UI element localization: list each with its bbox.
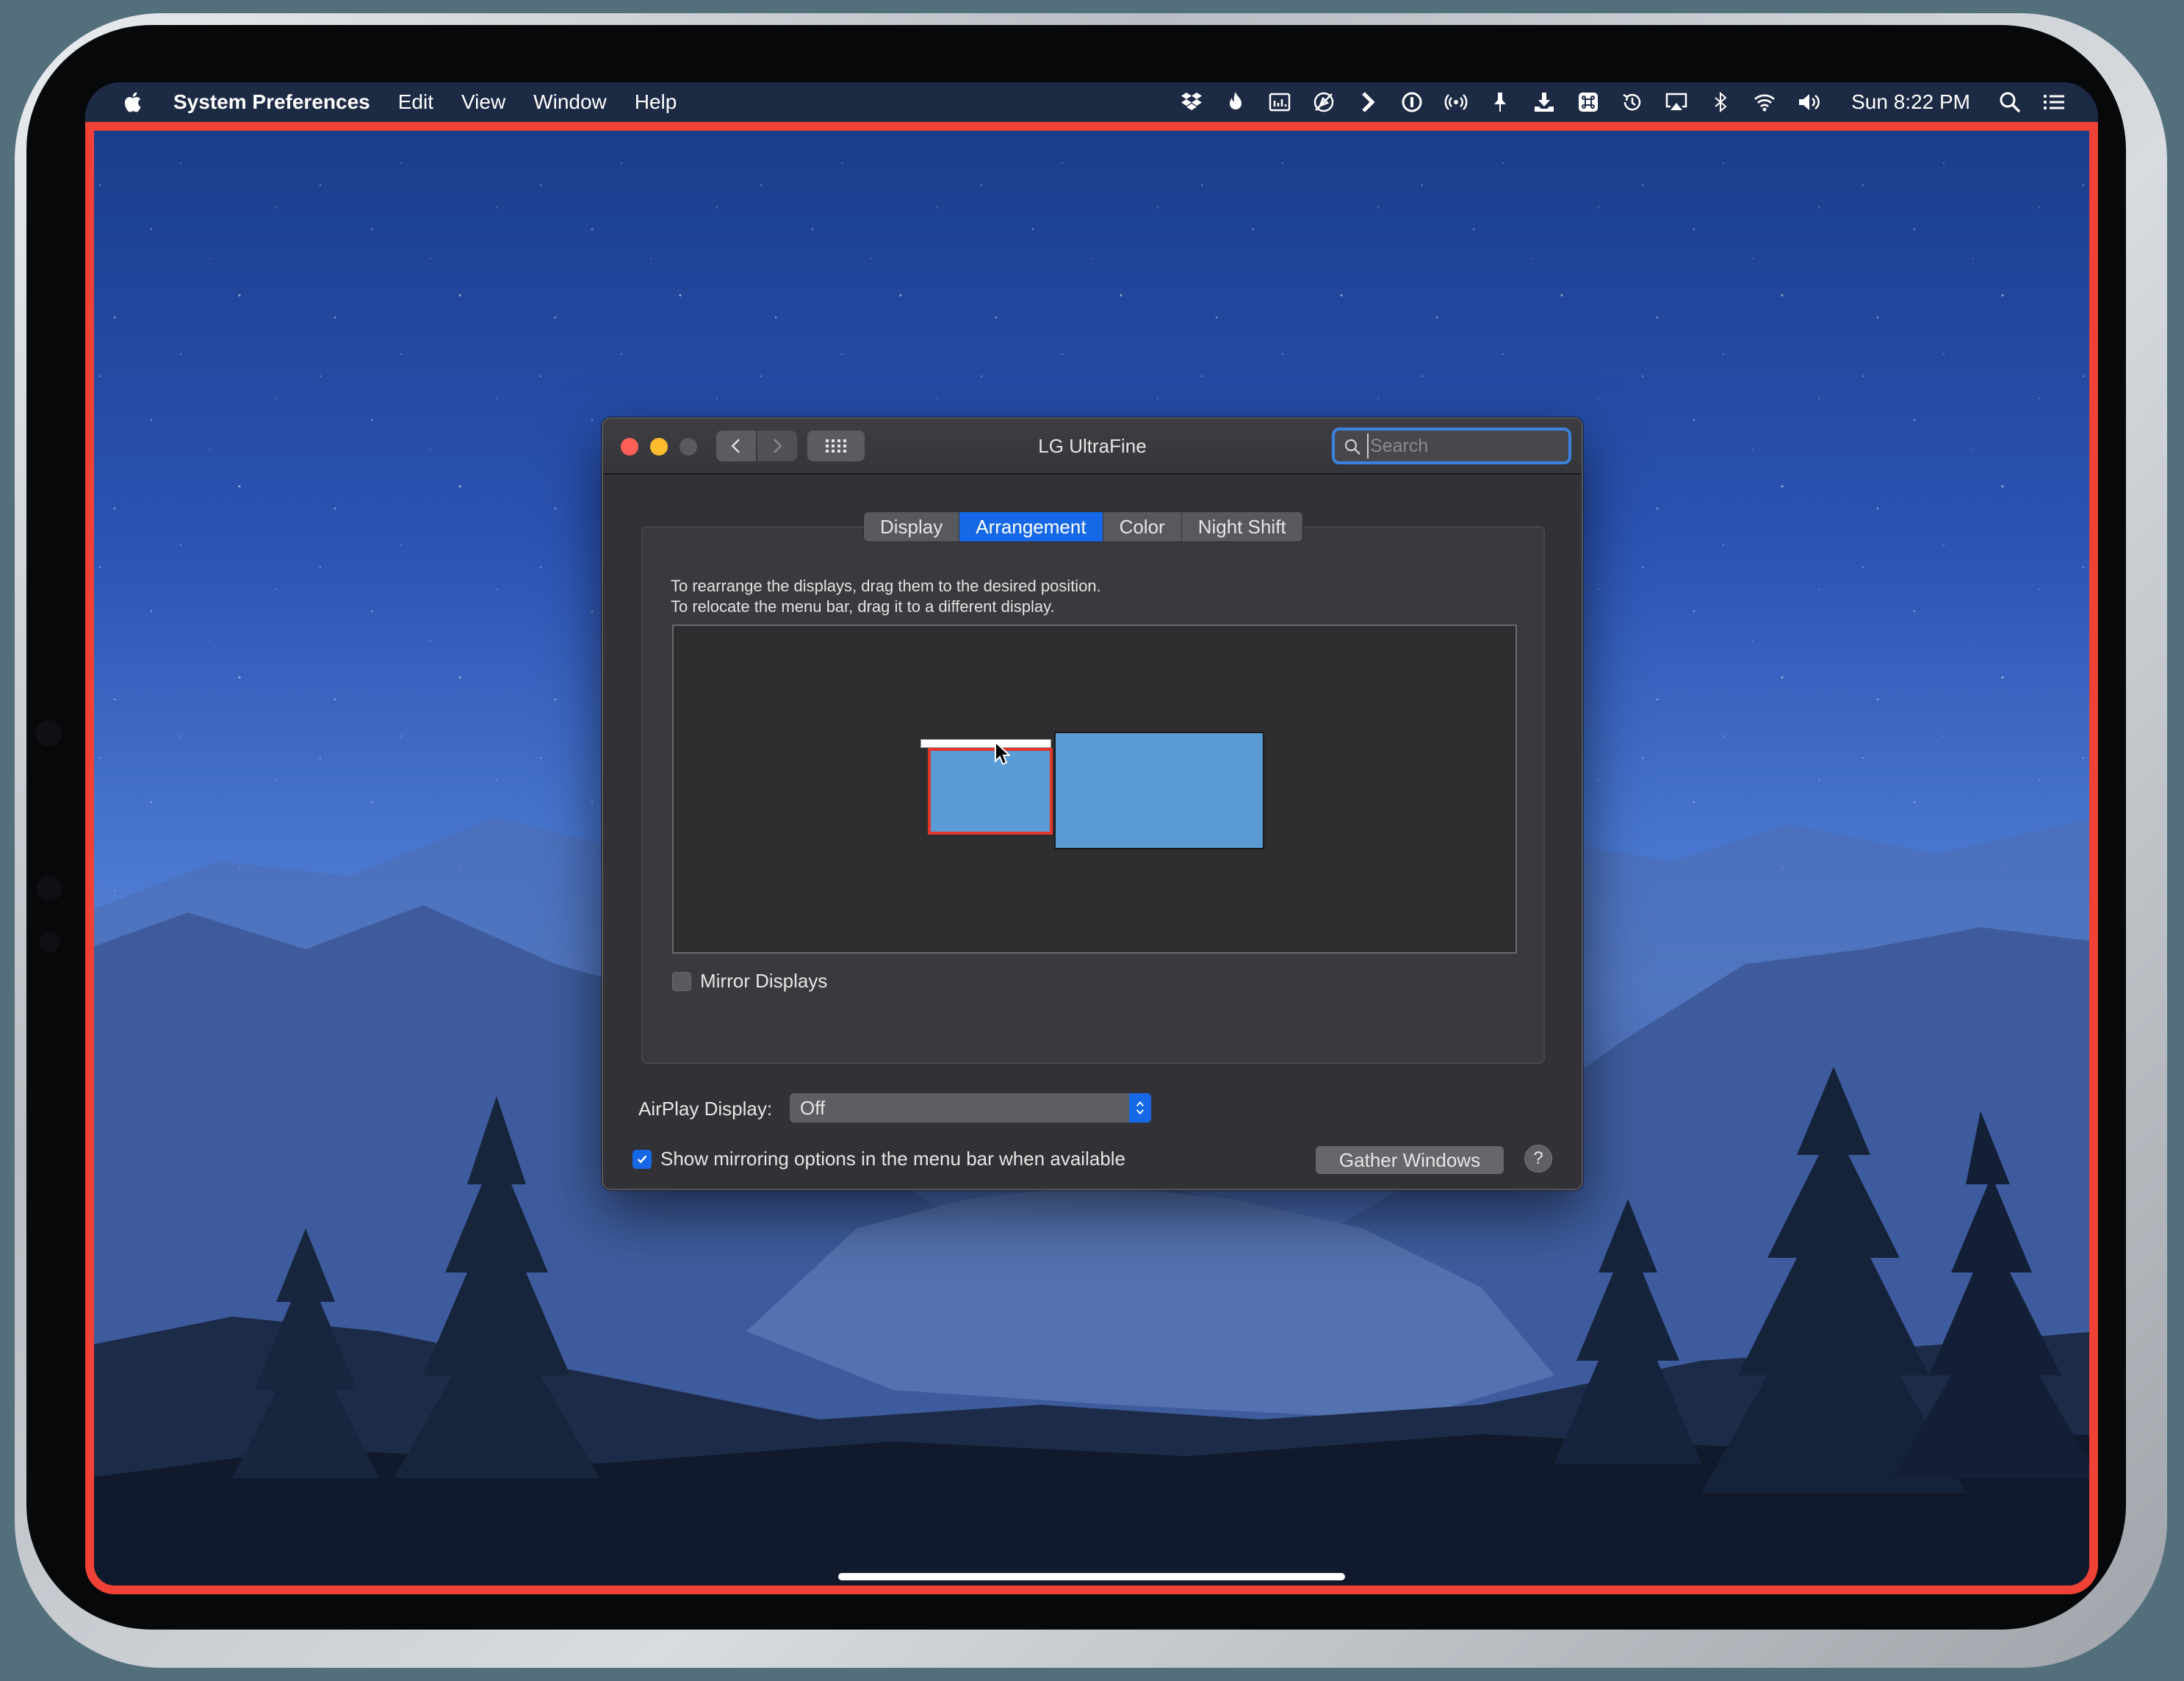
airplay-display-label: AirPlay Display:: [638, 1098, 773, 1120]
show-mirroring-row: Show mirroring options in the menu bar w…: [633, 1148, 1125, 1170]
mirror-displays-checkbox[interactable]: [672, 971, 691, 991]
flame-icon[interactable]: [1222, 89, 1249, 115]
command-icon[interactable]: [1575, 89, 1601, 115]
display-thumbnail-selected[interactable]: [928, 748, 1053, 835]
compass-slash-icon[interactable]: [1311, 89, 1337, 115]
mouse-cursor-icon: [995, 741, 1010, 766]
tab-bar: Display Arrangement Color Night Shift: [863, 511, 1303, 542]
instruction-line: To relocate the menu bar, drag it to a d…: [671, 597, 1055, 616]
menu-window[interactable]: Window: [533, 90, 607, 114]
status-area: Sun 8:22 PM: [1161, 89, 2067, 115]
menu-clock[interactable]: Sun 8:22 PM: [1851, 90, 1970, 114]
instruction-line: To rearrange the displays, drag them to …: [671, 577, 1101, 595]
show-mirroring-checkbox[interactable]: [633, 1149, 652, 1169]
mirror-displays-label: Mirror Displays: [700, 970, 828, 992]
bluetooth-icon[interactable]: [1707, 89, 1734, 115]
spotlight-icon[interactable]: [1997, 89, 2023, 115]
tab-display[interactable]: Display: [864, 512, 960, 541]
istat-icon[interactable]: [1266, 89, 1293, 115]
menu-edit[interactable]: Edit: [398, 90, 433, 114]
home-indicator[interactable]: [838, 1573, 1345, 1580]
tab-color[interactable]: Color: [1103, 512, 1182, 541]
menu-view[interactable]: View: [461, 90, 505, 114]
airplay-display-select[interactable]: Off: [790, 1093, 1151, 1123]
time-machine-icon[interactable]: [1619, 89, 1646, 115]
menu-help[interactable]: Help: [635, 90, 677, 114]
display-arrangement-area: [672, 624, 1517, 954]
apple-icon[interactable]: [120, 89, 144, 115]
sensor-dot-2: [40, 932, 60, 952]
notification-center-icon[interactable]: [2041, 89, 2067, 115]
sensor-dot: [37, 876, 62, 901]
window-titlebar: LG UltraFine: [603, 419, 1582, 475]
mirror-displays-row: Mirror Displays: [672, 970, 827, 993]
menu-bar: System Preferences Edit View Window Help: [85, 82, 2098, 122]
display-thumbnail-lg-ultrafine[interactable]: [1054, 732, 1264, 849]
menu-app-name[interactable]: System Preferences: [173, 90, 370, 114]
tab-arrangement[interactable]: Arrangement: [959, 512, 1103, 541]
camera-dot: [35, 720, 62, 746]
pin-icon[interactable]: [1487, 89, 1513, 115]
tab-night-shift[interactable]: Night Shift: [1181, 512, 1302, 541]
help-button[interactable]: ?: [1524, 1145, 1552, 1173]
onepassword-icon[interactable]: [1399, 89, 1425, 115]
select-stepper-icon: [1129, 1093, 1151, 1123]
search-icon: [1344, 439, 1361, 455]
airplay-display-value: Off: [800, 1096, 826, 1119]
broadcast-icon[interactable]: [1443, 89, 1469, 115]
airplay-icon[interactable]: [1663, 89, 1690, 115]
show-mirroring-label: Show mirroring options in the menu bar w…: [660, 1148, 1126, 1170]
displays-preferences-window: LG UltraFine Display Arrangement Color N…: [602, 417, 1583, 1190]
checkmark-icon: [637, 1155, 647, 1163]
wifi-icon[interactable]: [1751, 89, 1778, 115]
arrangement-instructions: To rearrange the displays, drag them to …: [671, 576, 1101, 617]
search-field[interactable]: [1332, 428, 1571, 464]
download-icon[interactable]: [1531, 89, 1557, 115]
menu-bar-handle[interactable]: [920, 739, 1051, 748]
gather-windows-button[interactable]: Gather Windows: [1316, 1146, 1504, 1174]
search-input[interactable]: [1367, 433, 1565, 458]
volume-icon[interactable]: [1795, 89, 1822, 115]
dropbox-icon[interactable]: [1178, 89, 1205, 115]
chevron-right-icon[interactable]: [1355, 89, 1381, 115]
